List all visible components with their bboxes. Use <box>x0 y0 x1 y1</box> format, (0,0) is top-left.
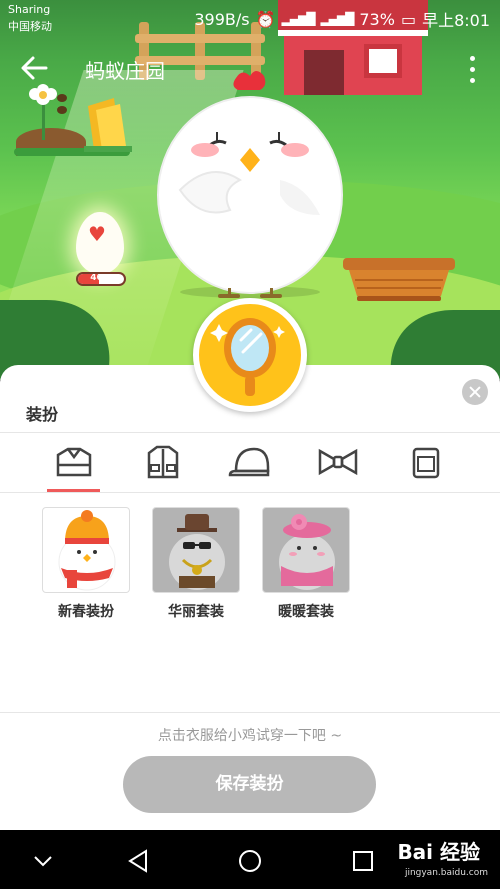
outfit-warm-thumb <box>262 507 350 593</box>
jacket-icon[interactable] <box>135 445 191 493</box>
chicken-character[interactable] <box>150 70 350 300</box>
divider-tabs <box>0 492 500 493</box>
nav-back-icon[interactable] <box>126 848 152 874</box>
food-basket[interactable] <box>343 252 455 302</box>
alarm-icon: ⏰ <box>255 9 276 29</box>
outfit-spring-thumb <box>42 507 130 593</box>
outfit-warm-label: 暖暖套装 <box>278 604 334 620</box>
nav-home-icon[interactable] <box>237 848 263 874</box>
battery-icon: ▭ <box>400 9 417 29</box>
save-outfit-button[interactable]: 保存装扮 <box>123 756 376 813</box>
baidu-watermark: Bai 经验 <box>397 840 480 864</box>
category-tabs <box>0 433 500 493</box>
page-title: 蚂蚁庄园 <box>85 59 165 83</box>
close-icon[interactable] <box>462 379 488 405</box>
mirror-dressup-button[interactable] <box>193 298 307 412</box>
back-arrow-icon[interactable] <box>18 52 50 84</box>
heart-icon: ♥ <box>88 222 106 246</box>
outfit-list: 新春装扮 华丽套装 暖暖套装 <box>0 507 500 627</box>
outfit-spring-label: 新春装扮 <box>58 604 114 620</box>
status-icons: 399B/s ⏰ ▂▄▆█ ▂▄▆█ 73% ▭ 早上8:01 <box>194 7 490 31</box>
mirror-icon <box>210 318 285 396</box>
carrier-sharing: Sharing <box>8 3 51 16</box>
bag-icon[interactable] <box>398 445 454 493</box>
cap-icon[interactable] <box>222 445 278 493</box>
egg-progress-text: 46% <box>90 273 112 283</box>
chevron-down-icon[interactable] <box>30 848 56 874</box>
trophy-icon <box>84 98 132 152</box>
nav-recents-icon[interactable] <box>350 848 376 874</box>
battery-level: 73% <box>359 9 395 29</box>
egg-progress[interactable]: ♥ 46% <box>70 212 130 288</box>
try-on-hint: 点击衣服给小鸡试穿一下吧 ~ <box>157 728 343 744</box>
baidu-watermark-url: jingyan.baidu.com <box>404 868 488 878</box>
signal-4g-icon: ▂▄▆█ <box>320 12 354 26</box>
outfit-gorgeous-thumb <box>152 507 240 593</box>
signal-icon: ▂▄▆█ <box>281 12 316 26</box>
dressup-sheet: 装扮 新春装扮 华丽套装 暖暖套装 点击衣服给小鸡试穿一下吧 ~ 保存装扮 <box>0 365 500 830</box>
clock: 早上8:01 <box>422 11 490 30</box>
outfit-gorgeous-label: 华丽套装 <box>168 604 224 620</box>
outfit-spring[interactable]: 新春装扮 <box>42 507 130 621</box>
clothes-set-icon[interactable] <box>46 445 102 493</box>
bowtie-icon[interactable] <box>310 445 366 493</box>
outfit-gorgeous[interactable]: 华丽套装 <box>152 507 240 621</box>
sheet-title: 装扮 <box>26 405 59 424</box>
egg-progress-bar: 46% <box>76 272 126 286</box>
outfit-warm[interactable]: 暖暖套装 <box>262 507 350 621</box>
net-speed: 399B/s <box>194 9 250 29</box>
divider-bottom <box>0 712 500 713</box>
more-vertical-icon[interactable] <box>468 56 476 86</box>
app-bar: 蚂蚁庄园 <box>0 46 500 90</box>
carrier-name: 中国移动 <box>8 20 52 33</box>
status-bar: Sharing 中国移动 399B/s ⏰ ▂▄▆█ ▂▄▆█ 73% ▭ 早上… <box>0 0 500 36</box>
system-nav-bar: Bai 经验 jingyan.baidu.com <box>0 830 500 889</box>
